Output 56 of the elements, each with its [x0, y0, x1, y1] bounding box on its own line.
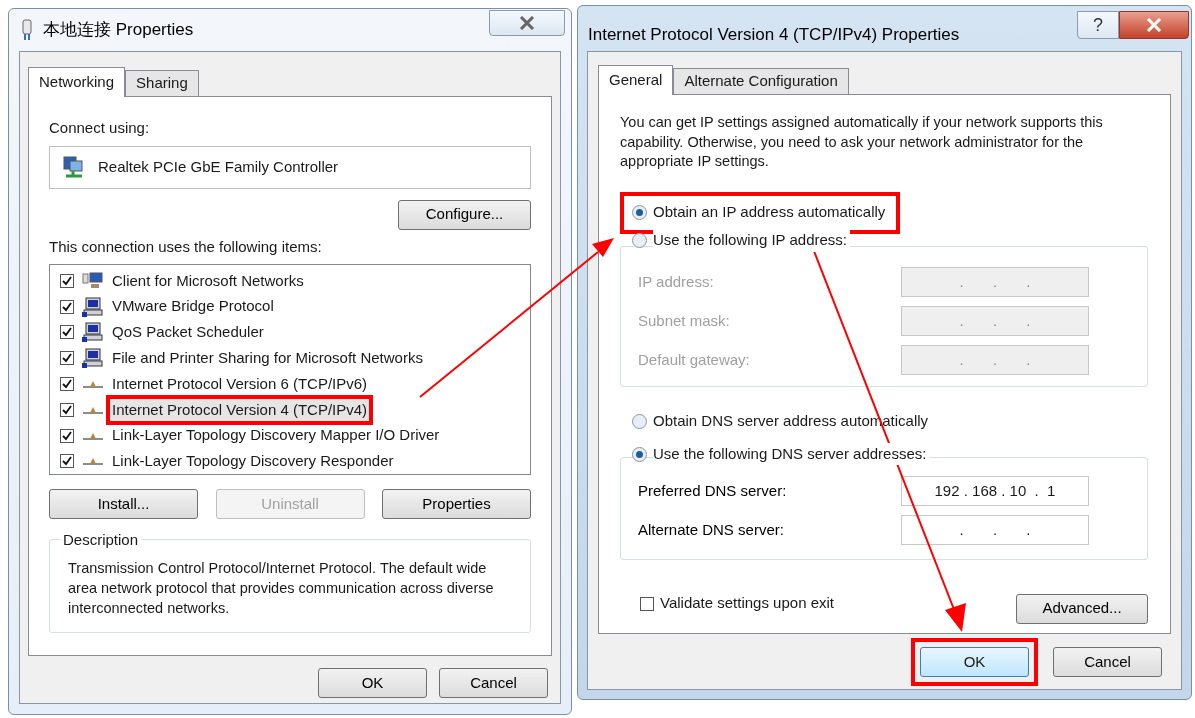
dialog-button[interactable]: Properties: [382, 489, 531, 519]
dialog-button[interactable]: Install...: [49, 489, 198, 519]
description-text: Transmission Control Protocol/Internet Protocol. The default wide area network protocol that provides communication across diverse interconnected networks.: [68, 559, 495, 618]
checkbox[interactable]: [60, 351, 74, 366]
checkbox[interactable]: [60, 377, 74, 392]
dialog-button[interactable]: Cancel: [1053, 647, 1162, 677]
radio-button[interactable]: [632, 205, 647, 220]
field-label: Subnet mask:: [638, 310, 731, 331]
dialog-button[interactable]: OK: [920, 647, 1029, 677]
field-label: Alternate DNS server:: [638, 519, 785, 540]
tab[interactable]: Sharing: [125, 70, 199, 96]
checkbox[interactable]: [60, 273, 74, 288]
field-label: Default gateway:: [638, 349, 751, 370]
dialog-button[interactable]: OK: [318, 668, 427, 698]
dialog-button[interactable]: Advanced...: [1016, 593, 1148, 624]
checkbox[interactable]: [60, 299, 74, 314]
window-title: Internet Protocol Version 4 (TCP/IPv4) Properties: [588, 24, 960, 46]
checkbox[interactable]: [60, 428, 74, 443]
close-button[interactable]: [1119, 11, 1189, 39]
protocol-icon: [82, 456, 104, 467]
help-button[interactable]: ?: [1077, 11, 1119, 39]
computer-icon: [82, 296, 104, 317]
network-adapter-icon: [62, 155, 84, 179]
computer-icon: [82, 348, 104, 369]
dialog-button[interactable]: Cancel: [439, 668, 548, 698]
close-icon: [1146, 18, 1162, 32]
field-label: IP address:: [638, 271, 715, 292]
dialog-button[interactable]: Configure...: [398, 199, 531, 230]
section-label: Connect using:: [49, 118, 151, 138]
radio-button[interactable]: [632, 413, 647, 429]
protocol-icon: [82, 379, 104, 390]
radio-label: Use the following IP address:: [653, 229, 850, 252]
computer-icon: [82, 322, 104, 343]
radio-button[interactable]: [632, 233, 647, 248]
checkbox-label: Validate settings upon exit: [660, 593, 834, 614]
checkbox[interactable]: [60, 454, 74, 469]
tab[interactable]: Alternate Configuration: [673, 68, 849, 94]
checkbox[interactable]: [60, 402, 74, 417]
network-connection-icon: [21, 19, 33, 41]
section-label: This connection uses the following items:: [49, 236, 323, 257]
ip-address-field[interactable]: . . .: [901, 515, 1089, 545]
checkbox[interactable]: [640, 596, 654, 611]
radio-label: Use the following DNS server addresses:: [653, 442, 930, 466]
intro-text: You can get IP settings assigned automatically if your network supports this capability. Otherwise, you need to ask your network administrator for the appropriate IP settings.: [620, 113, 1104, 171]
ip-address-field[interactable]: 192 . 168 . 10 . 1: [901, 476, 1089, 506]
tab[interactable]: General: [598, 65, 674, 95]
network-client-icon: [82, 271, 104, 290]
list-item[interactable]: Internet Protocol Version 4 (TCP/IPv4): [106, 394, 374, 426]
field-label: Preferred DNS server:: [638, 480, 788, 501]
adapter-name: Realtek PCIe GbE Family Controller: [98, 156, 339, 177]
tab[interactable]: Networking: [28, 67, 126, 97]
window-title: 本地连接 Properties: [43, 19, 194, 42]
radio-button[interactable]: [632, 446, 647, 462]
checkbox[interactable]: [60, 325, 74, 340]
close-button[interactable]: [489, 10, 565, 36]
close-icon: [519, 16, 535, 30]
